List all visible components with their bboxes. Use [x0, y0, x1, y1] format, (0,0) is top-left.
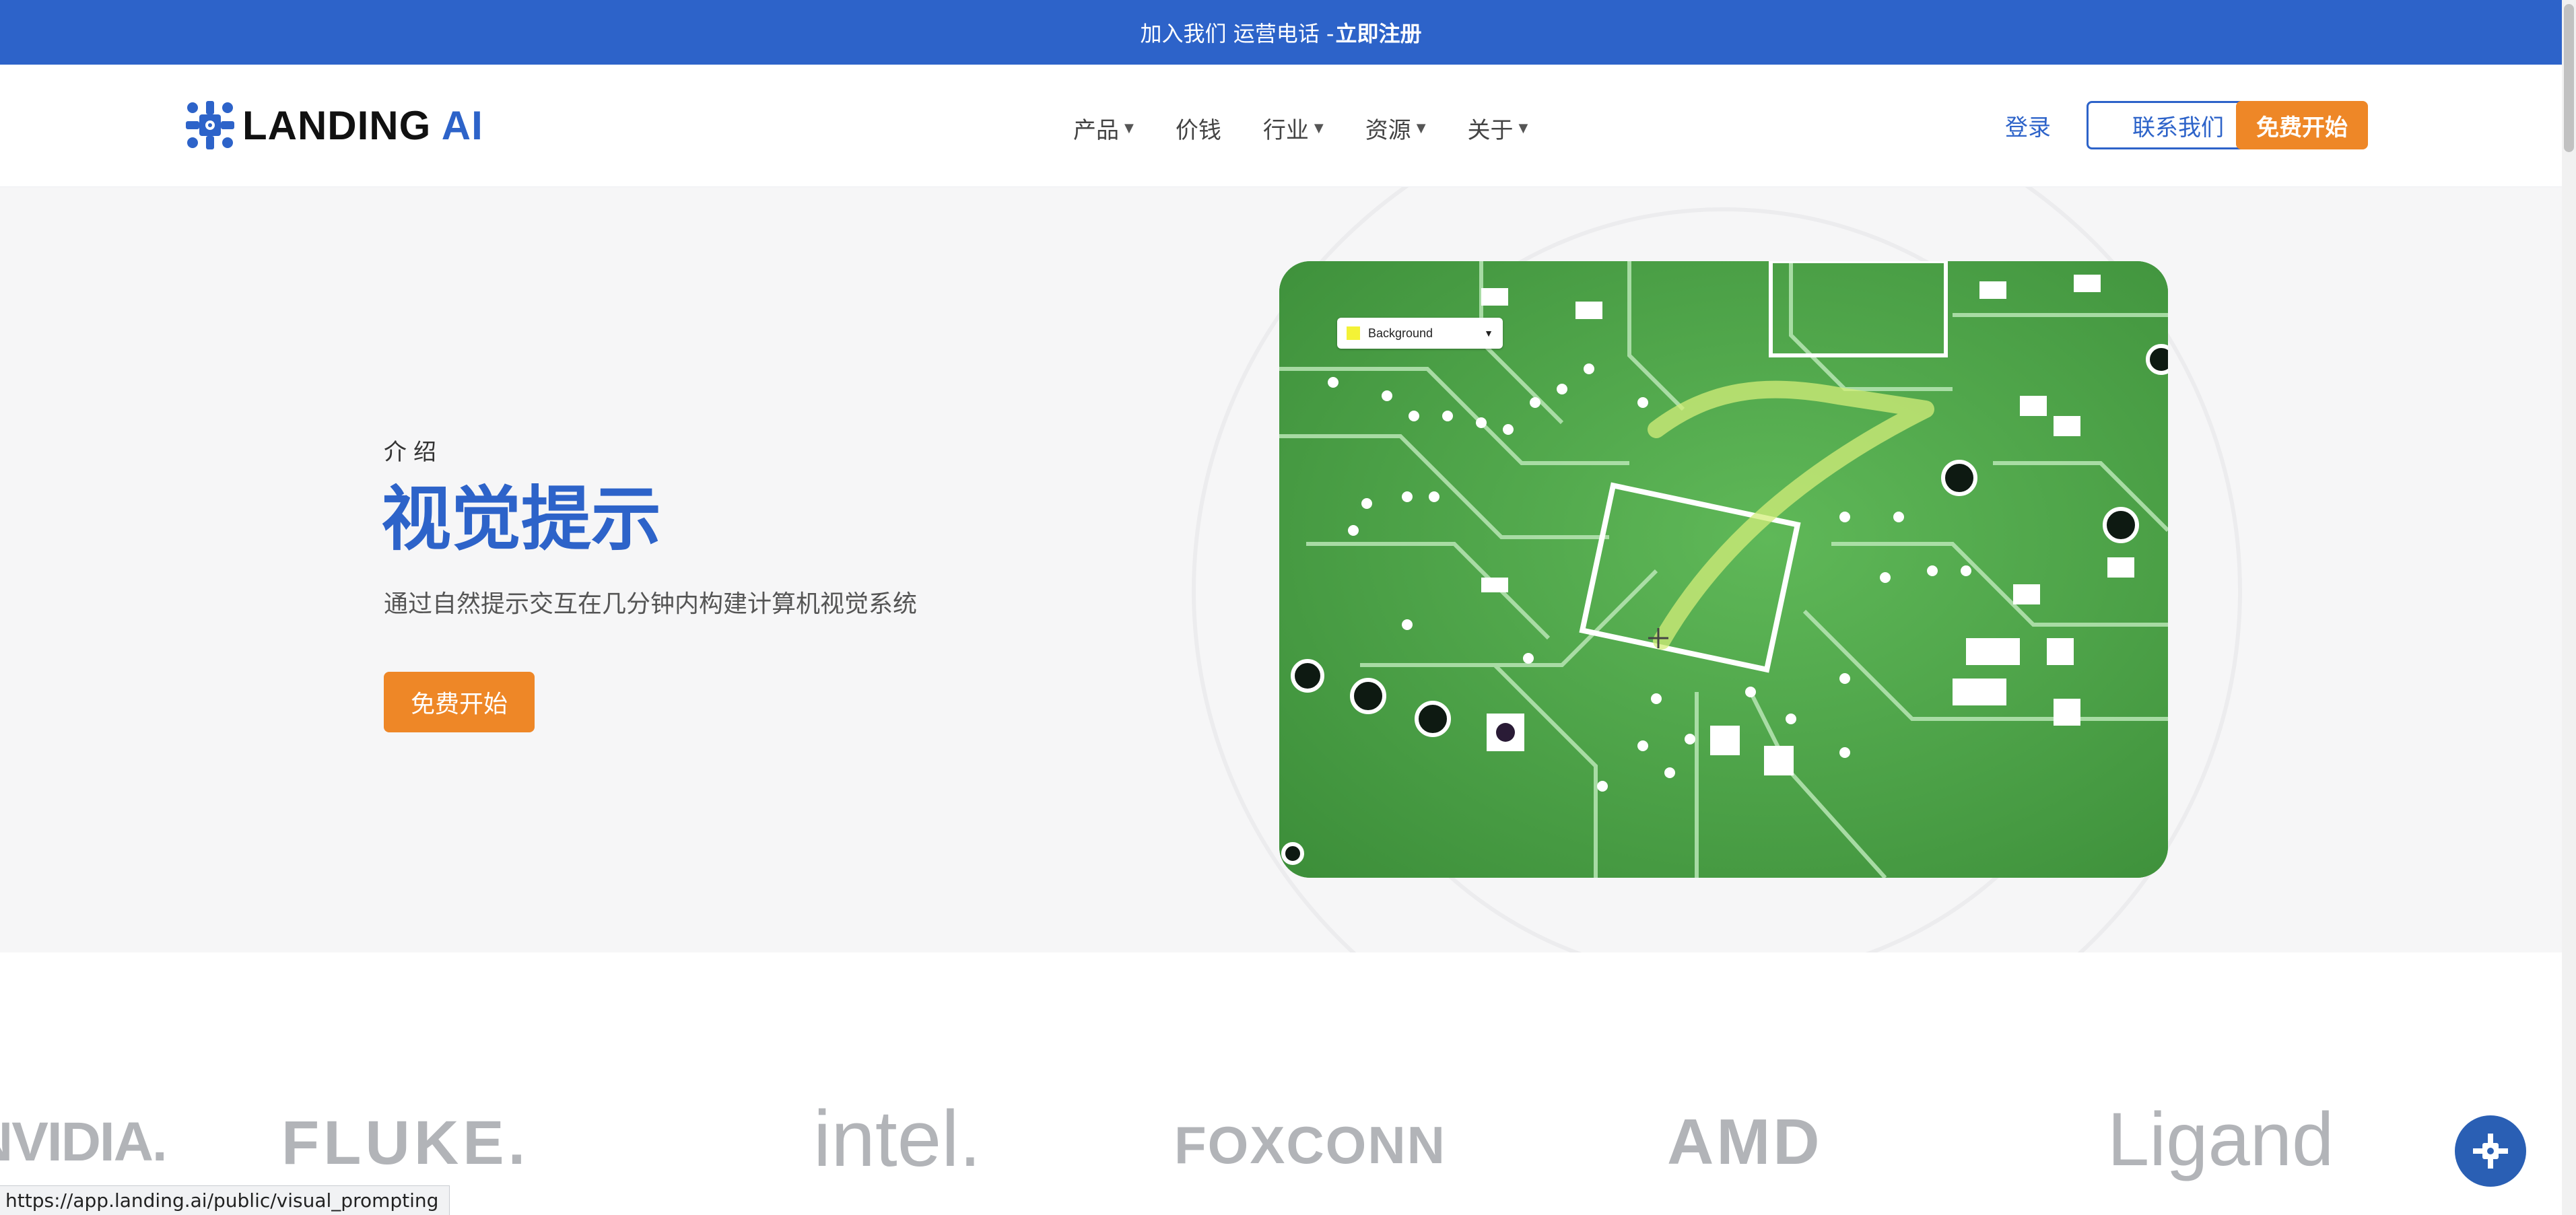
- nav-item-label: 价钱: [1175, 117, 1221, 144]
- announcement-bar: 加入我们 运营电话 - 立即注册: [0, 0, 2562, 65]
- browser-status-bar: https://app.landing.ai/public/visual_pro…: [0, 1185, 450, 1215]
- nav-item-label: 资源: [1365, 117, 1411, 144]
- nav-item-pricing[interactable]: 价钱: [1176, 112, 1221, 145]
- login-link[interactable]: 登录: [2005, 109, 2051, 142]
- caret-down-icon: ▼: [1518, 121, 1528, 135]
- caret-down-icon: ▼: [1416, 121, 1426, 135]
- logo-amd: AMD: [1667, 1106, 1823, 1178]
- page-title: 视觉提示: [381, 478, 662, 560]
- logo-foxconn: FOXCONN: [1174, 1115, 1446, 1175]
- class-color-swatch: [1347, 326, 1360, 340]
- nav-item-products[interactable]: 产品 ▼: [1073, 112, 1134, 145]
- logo-ligand: Ligand: [2107, 1097, 2334, 1181]
- hero-subtitle: 通过自然提示交互在几分钟内构建计算机视觉系统: [384, 590, 918, 618]
- scrollbar-thumb[interactable]: [2564, 4, 2574, 152]
- landing-ai-logo[interactable]: LANDING AI: [183, 98, 483, 152]
- nav-item-about[interactable]: 关于 ▼: [1468, 112, 1528, 145]
- chat-widget-button[interactable]: [2455, 1115, 2526, 1187]
- hero-section: 介绍 视觉提示 通过自然提示交互在几分钟内构建计算机视觉系统 免费开始 Back…: [0, 187, 2562, 952]
- logo-fluke: FLUKE.: [281, 1109, 530, 1177]
- page-scrollbar[interactable]: [2562, 0, 2576, 1215]
- logo-text: LANDING AI: [242, 102, 483, 149]
- dropdown-selected-value: Background: [1368, 326, 1433, 340]
- nav-item-industries[interactable]: 行业 ▼: [1263, 112, 1324, 145]
- chat-bot-icon: [2473, 1134, 2508, 1169]
- register-link[interactable]: 立即注册: [1335, 17, 1421, 48]
- nav-item-resources[interactable]: 资源 ▼: [1365, 112, 1426, 145]
- pcb-demo-image: Background ▼: [1279, 261, 2168, 878]
- caret-down-icon: ▼: [1484, 328, 1493, 339]
- free-start-nav-button[interactable]: 免费开始: [2236, 101, 2368, 149]
- announcement-text: 加入我们 运营电话 -: [1140, 21, 1334, 46]
- logo-nvidia: NVIDIA.: [0, 1111, 168, 1173]
- logo-intel: intel.: [813, 1095, 982, 1183]
- nav-item-label: 关于: [1467, 117, 1514, 144]
- caret-down-icon: ▼: [1314, 121, 1324, 135]
- nav-menu: 产品 ▼ 价钱 行业 ▼ 资源 ▼ 关于 ▼: [1073, 112, 1528, 145]
- nav-item-label: 产品: [1073, 117, 1119, 144]
- status-url: https://app.landing.ai/public/visual_pro…: [5, 1189, 439, 1212]
- free-start-hero-button[interactable]: 免费开始: [384, 672, 535, 732]
- logo-icon: [186, 101, 234, 149]
- nav-item-label: 行业: [1262, 117, 1309, 144]
- caret-down-icon: ▼: [1124, 121, 1134, 135]
- pcb-illustration: [1279, 261, 2168, 878]
- main-nav: LANDING AI 产品 ▼ 价钱 行业 ▼ 资源 ▼ 关于 ▼ 登录 联系我…: [0, 65, 2562, 187]
- logo-text-accent: AI: [441, 102, 483, 148]
- logo-text-main: LANDING: [242, 102, 432, 148]
- label-class-dropdown[interactable]: Background ▼: [1337, 318, 1503, 349]
